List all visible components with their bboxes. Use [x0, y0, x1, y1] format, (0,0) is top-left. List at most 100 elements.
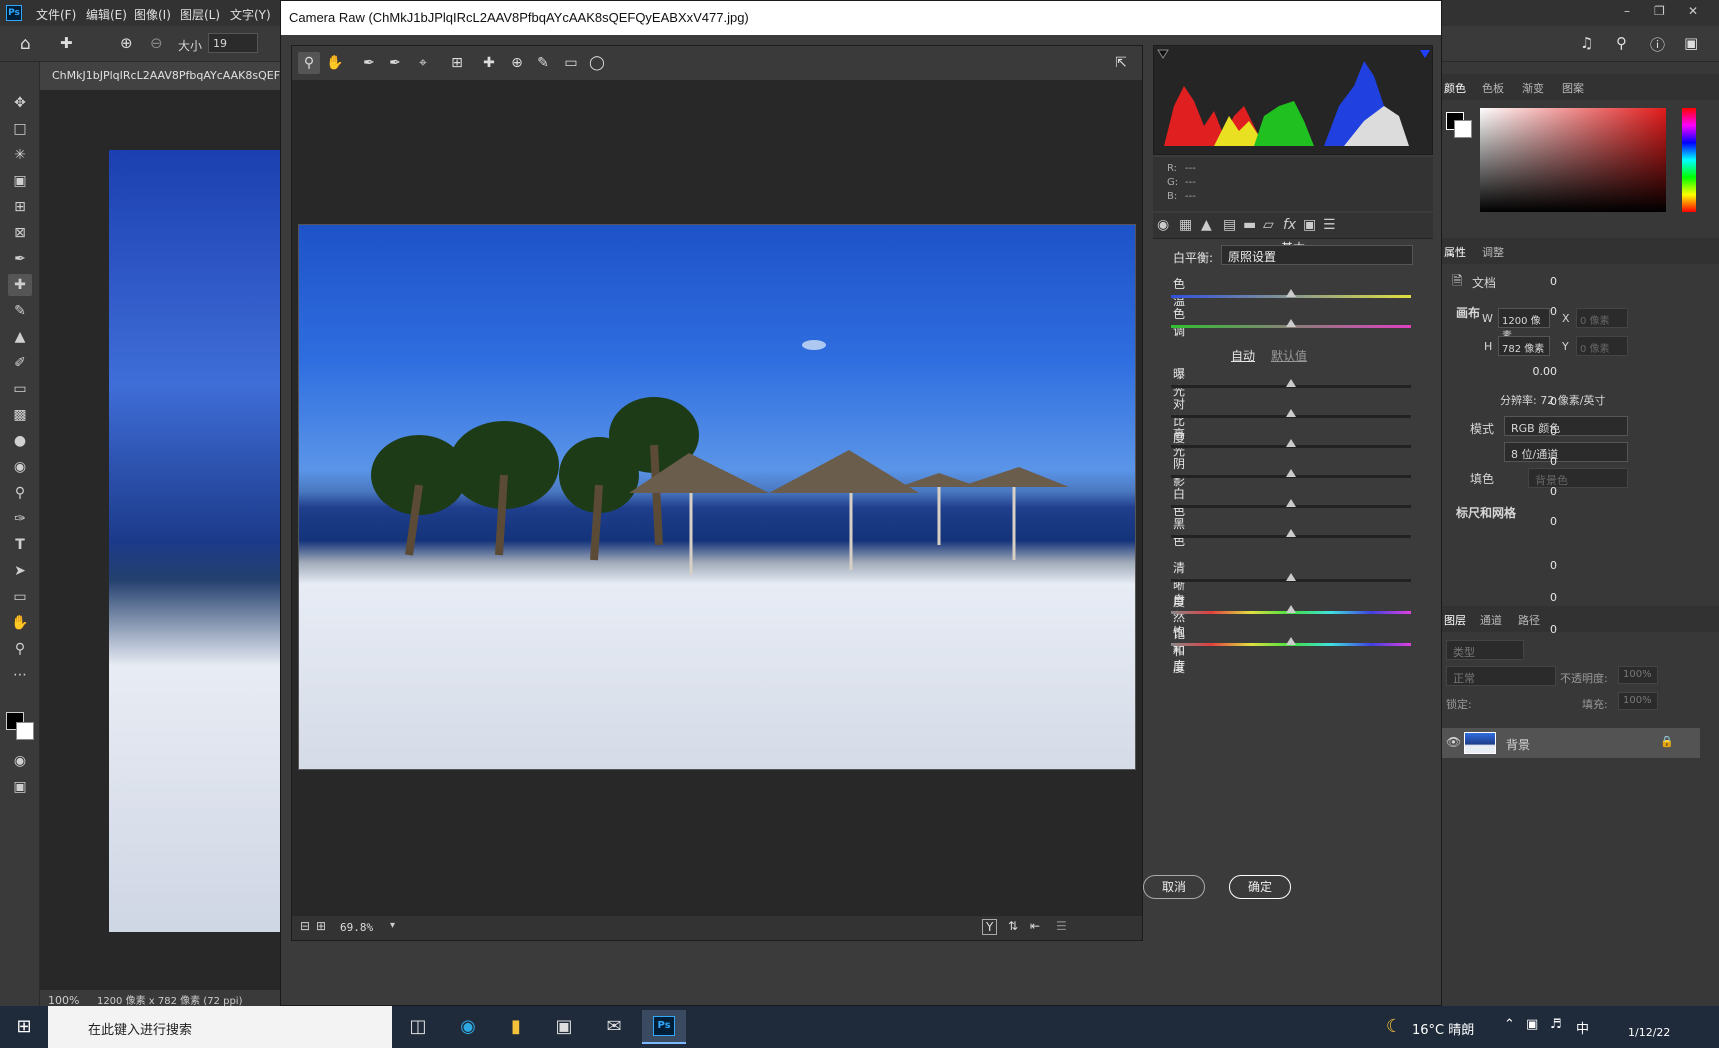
crop-tool-icon[interactable]: ⊞ [8, 196, 32, 218]
weather-text[interactable]: 16°C 晴朗 [1412, 1019, 1474, 1038]
slider-value[interactable]: 0.00 [1521, 365, 1558, 378]
copy-settings-icon[interactable]: ⇤ [1030, 919, 1040, 933]
file-explorer-icon[interactable]: ▮ [502, 1014, 530, 1040]
toggle-fullscreen-icon[interactable]: ⇱ [1110, 52, 1132, 74]
slider-thumb[interactable] [1286, 499, 1296, 507]
document-tab[interactable]: ChMkJ1bJPlqIRcL2AAV8PfbqAYcAAK8sQEF [40, 62, 280, 90]
camera-calibration-tab-icon[interactable]: ▣ [1303, 217, 1316, 233]
menu-edit[interactable]: 编辑(E) [86, 6, 127, 23]
ime-indicator[interactable]: 中 [1576, 1018, 1589, 1037]
basic-tab-icon[interactable]: ◉ [1157, 217, 1169, 233]
menu-image[interactable]: 图像(I) [134, 6, 171, 23]
menu-file[interactable]: 文件(F) [36, 6, 76, 23]
menu-type[interactable]: 文字(Y) [230, 6, 271, 23]
visibility-eye-icon[interactable]: 👁 [1446, 735, 1461, 749]
type-tool-icon[interactable]: T [8, 534, 32, 556]
hand-tool-icon[interactable]: ✋ [8, 612, 32, 634]
slider-value[interactable]: 0 [1521, 305, 1557, 318]
rectangle-tool-icon[interactable]: ▭ [8, 586, 32, 608]
quick-select-tool-icon[interactable]: ✳ [8, 144, 32, 166]
hand-tool-icon[interactable]: ✋ [324, 52, 346, 74]
bell-icon[interactable]: ♫ [1580, 34, 1593, 52]
swap-icon[interactable]: ⇅ [1008, 919, 1018, 933]
add-circle-icon[interactable]: ⊕ [120, 34, 133, 52]
adjustment-brush-icon[interactable]: ✎ [532, 52, 554, 74]
tone-curve-tab-icon[interactable]: ▦ [1179, 217, 1192, 233]
date-text[interactable]: 1/12/22 [1628, 1026, 1670, 1039]
slider-value[interactable]: 0 [1521, 425, 1557, 438]
slider-thumb[interactable] [1286, 409, 1296, 417]
slider-thumb[interactable] [1286, 605, 1296, 613]
minimize-icon[interactable]: – [1624, 4, 1630, 18]
slider-value[interactable]: 0 [1521, 485, 1557, 498]
more-tools-icon[interactable]: ⋯ [8, 664, 32, 686]
bg-color-chip[interactable] [1454, 120, 1472, 138]
tab-adjustments[interactable]: 调整 [1482, 244, 1504, 260]
marquee-tool-icon[interactable]: □ [8, 118, 32, 140]
subtract-circle-icon[interactable]: ⊖ [150, 34, 163, 52]
before-after-icon[interactable]: Y [982, 919, 998, 935]
hue-slider[interactable] [1682, 108, 1696, 212]
slider-value[interactable]: 0 [1521, 591, 1557, 604]
red-eye-icon[interactable]: ⊕ [506, 52, 528, 74]
layer-row[interactable]: 👁 背景 🔒 [1442, 728, 1700, 758]
presets-tab-icon[interactable]: ☰ [1323, 217, 1336, 233]
zoom-tool-icon[interactable]: ⚲ [8, 638, 32, 660]
slider-thumb[interactable] [1286, 289, 1296, 297]
preview-photo[interactable] [298, 224, 1136, 770]
x-input[interactable]: 0 像素 [1576, 308, 1628, 328]
eyedropper-tool-icon[interactable]: ✒ [8, 248, 32, 270]
radial-filter-icon[interactable]: ◯ [586, 52, 608, 74]
fx-tab-icon[interactable]: fx [1283, 217, 1296, 233]
ok-button[interactable]: 确定 [1229, 875, 1291, 899]
toggle-settings-icon[interactable]: ☰ [1056, 919, 1067, 933]
volume-icon[interactable]: ♬ [1550, 1017, 1562, 1032]
taskbar-photoshop[interactable]: Ps [642, 1010, 686, 1044]
zoom-out-icon[interactable]: ⊟ [300, 919, 310, 933]
menu-layer[interactable]: 图层(L) [180, 6, 220, 23]
split-toning-tab-icon[interactable]: ▬ [1243, 217, 1256, 233]
targeted-adjust-icon[interactable]: ⌖ [412, 52, 434, 74]
slider-thumb[interactable] [1286, 319, 1296, 327]
color-field[interactable] [1480, 108, 1666, 212]
zoom-dropdown-icon[interactable]: ▾ [390, 920, 395, 931]
background-color-swatch[interactable] [16, 722, 34, 740]
close-icon[interactable]: ✕ [1688, 4, 1698, 18]
path-select-tool-icon[interactable]: ➤ [8, 560, 32, 582]
zoom-like-icon[interactable]: ⚲ [8, 482, 32, 504]
eraser-tool-icon[interactable]: ▭ [8, 378, 32, 400]
blend-mode-select[interactable]: 正常 [1446, 666, 1556, 686]
slider-value[interactable]: 0 [1521, 395, 1557, 408]
cancel-button[interactable]: 取消 [1143, 875, 1205, 899]
zoom-level[interactable]: 69.8% [340, 921, 373, 934]
slider-thumb[interactable] [1286, 529, 1296, 537]
graduated-filter-icon[interactable]: ▭ [560, 52, 582, 74]
gradient-tool-icon[interactable]: ▩ [8, 404, 32, 426]
canvas-section[interactable]: 画布 [1456, 304, 1480, 321]
brush-tool-icon[interactable]: ✎ [8, 300, 32, 322]
crop-tool-icon[interactable]: ⊞ [446, 52, 468, 74]
slider-thumb[interactable] [1286, 379, 1296, 387]
tab-gradients[interactable]: 渐变 [1522, 80, 1544, 96]
spot-removal-icon[interactable]: ✚ [478, 52, 500, 74]
search-icon[interactable]: ⚲ [1616, 34, 1627, 52]
zoom-in-icon[interactable]: ⊞ [316, 919, 326, 933]
tab-layers[interactable]: 图层 [1444, 612, 1466, 628]
history-brush-icon[interactable]: ✐ [8, 352, 32, 374]
white-balance-select[interactable]: 原照设置 [1221, 245, 1413, 265]
move-tool-icon[interactable]: ✥ [8, 92, 32, 114]
height-input[interactable]: 782 像素 [1498, 336, 1550, 356]
zoom-tool-icon[interactable]: ⚲ [298, 52, 320, 74]
size-input[interactable]: 19 [208, 33, 258, 53]
healing-tool-icon[interactable]: ✚ [8, 274, 32, 296]
color-sampler-icon[interactable]: ✒ [384, 52, 406, 74]
network-icon[interactable]: ▣ [1526, 1017, 1538, 1032]
object-select-tool-icon[interactable]: ▣ [8, 170, 32, 192]
windows-start-icon[interactable]: ⊞ [10, 1014, 38, 1040]
healing-brush-icon[interactable]: ✚ [60, 34, 73, 52]
rulers-section[interactable]: 标尺和网格 [1456, 504, 1516, 521]
auto-link[interactable]: 自动 [1231, 347, 1255, 364]
restore-icon[interactable]: ❐ [1654, 4, 1665, 18]
hsl-tab-icon[interactable]: ▤ [1223, 217, 1236, 233]
layer-kind-filter[interactable]: 类型 [1446, 640, 1524, 660]
